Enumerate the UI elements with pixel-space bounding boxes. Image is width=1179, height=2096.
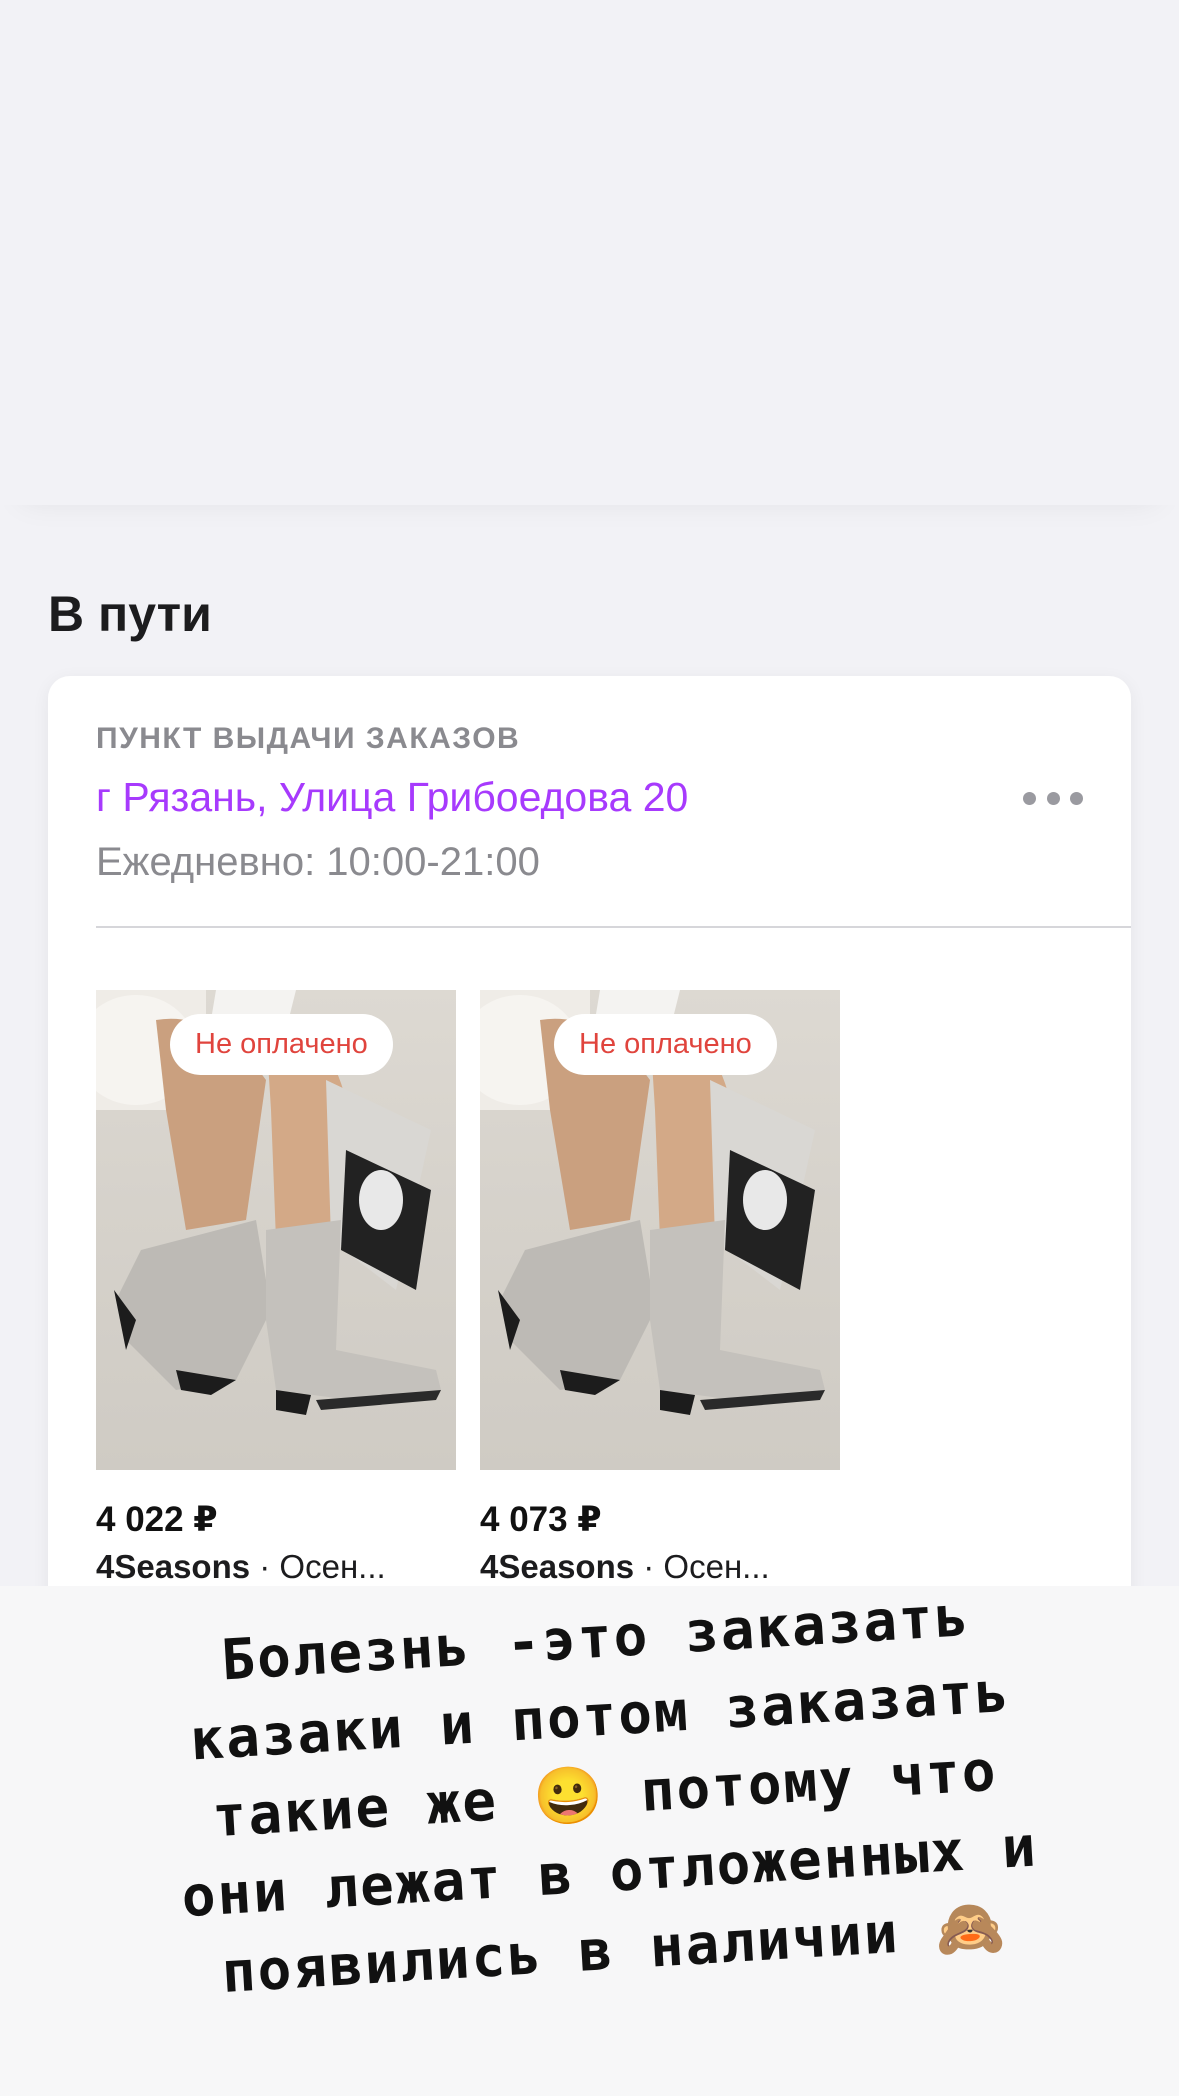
- divider: [96, 926, 1131, 928]
- story-caption: Болезнь -это заказать казаки и потом зак…: [79, 1570, 1130, 2020]
- pickup-hours: Ежедневно: 10:00-21:00: [96, 840, 540, 884]
- product-brand-line: 4Seasons · Осен...: [96, 1548, 456, 1586]
- section-title: В пути: [48, 586, 212, 642]
- product-price: 4 022 ₽: [96, 1500, 218, 1539]
- pickup-point-label: ПУНКТ ВЫДАЧИ ЗАКАЗОВ: [96, 722, 521, 755]
- product-brand-line: 4Seasons · Осен...: [480, 1548, 840, 1586]
- payment-status-badge: Не оплачено: [170, 1014, 393, 1075]
- product-description: · Осен...: [634, 1548, 770, 1585]
- product-price: 4 073 ₽: [480, 1500, 602, 1539]
- pickup-address[interactable]: г Рязань, Улица Грибоедова 20: [96, 774, 688, 821]
- product-card[interactable]: Не оплачено 4 073 ₽ 4Seasons · Осен...: [480, 990, 840, 1586]
- product-card[interactable]: Не оплачено 4 022 ₽ 4Seasons · Осен...: [96, 990, 456, 1586]
- product-brand: 4Seasons: [96, 1548, 251, 1585]
- product-image[interactable]: Не оплачено: [480, 990, 840, 1470]
- product-image[interactable]: Не оплачено: [96, 990, 456, 1470]
- product-description: · Осен...: [250, 1548, 386, 1585]
- top-blank-area: [0, 0, 1179, 505]
- product-brand: 4Seasons: [480, 1548, 635, 1585]
- more-horizontal-icon[interactable]: [1023, 786, 1083, 810]
- payment-status-badge: Не оплачено: [554, 1014, 777, 1075]
